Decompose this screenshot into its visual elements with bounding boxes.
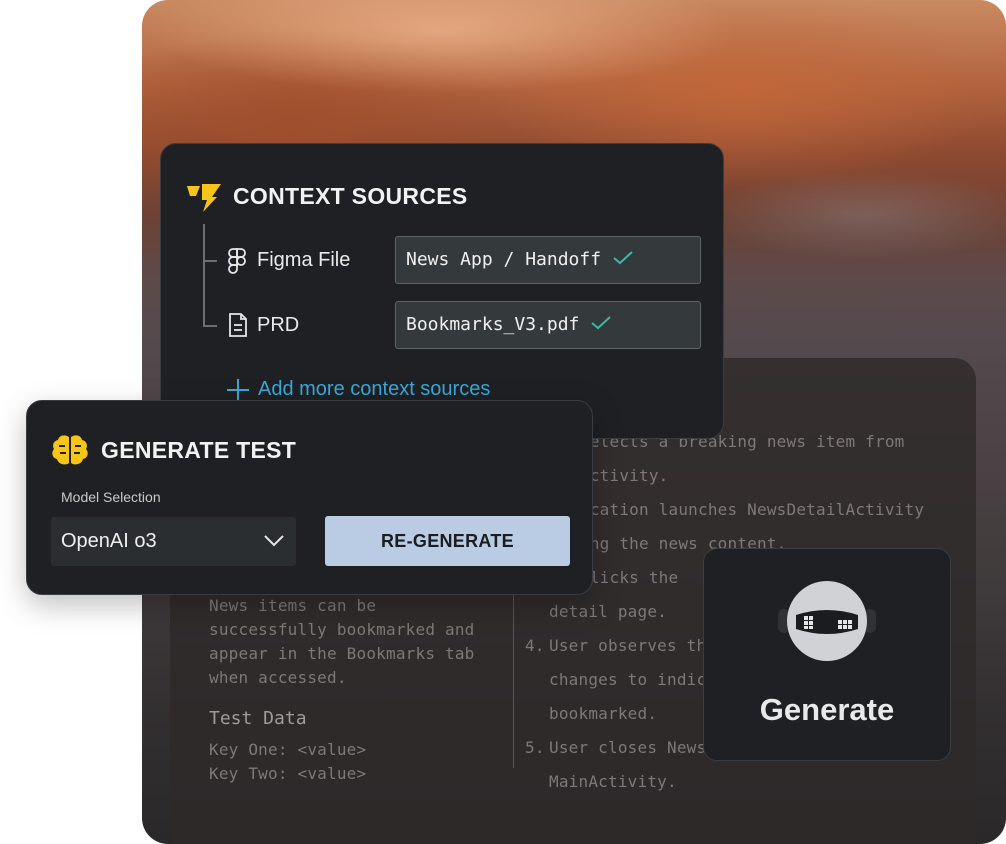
prd-value: Bookmarks_V3.pdf	[406, 314, 580, 335]
step-line: detail page.	[549, 602, 667, 621]
test-data-heading: Test Data	[209, 708, 307, 729]
generate-test-title: GENERATE TEST	[101, 437, 297, 463]
model-selection-label: Model Selection	[61, 489, 161, 505]
expected-result-line: News items can be	[209, 596, 377, 615]
model-select[interactable]: OpenAI o3	[51, 517, 296, 566]
lightning-logo-icon	[187, 184, 221, 212]
document-icon	[229, 313, 247, 337]
generate-label: Generate	[759, 692, 895, 727]
context-sources-title: CONTEXT SOURCES	[233, 183, 468, 209]
tree-connector	[203, 260, 217, 262]
step-number: 5.	[525, 738, 545, 757]
road-glow	[702, 170, 1006, 260]
step-line: Activity.	[580, 466, 669, 485]
chevron-down-icon	[264, 535, 284, 547]
step-line: clicks the	[580, 568, 679, 587]
step-line: User closes News	[549, 738, 707, 757]
figma-file-label: Figma File	[257, 249, 351, 271]
brain-icon	[52, 435, 88, 465]
test-data-line: Key One: <value>	[209, 740, 367, 759]
check-icon	[613, 251, 633, 265]
prd-label: PRD	[257, 314, 300, 336]
context-sources-card: CONTEXT SOURCES Figma File News App / Ha…	[160, 143, 724, 439]
expected-result-line: appear in the Bookmarks tab	[209, 644, 475, 663]
add-more-label: Add more context sources	[258, 378, 491, 400]
test-data-line: Key Two: <value>	[209, 764, 367, 783]
tree-connector	[203, 224, 205, 327]
step-line: User observes th	[549, 636, 707, 655]
column-divider	[513, 588, 514, 768]
figma-file-value: News App / Handoff	[406, 249, 602, 270]
re-generate-button[interactable]: RE-GENERATE	[325, 516, 570, 566]
prd-field[interactable]: Bookmarks_V3.pdf	[395, 301, 701, 349]
expected-result-line: successfully bookmarked and	[209, 620, 475, 639]
plus-icon	[227, 379, 249, 401]
step-line: changes to indic	[549, 670, 707, 689]
figma-icon	[228, 248, 246, 274]
tree-connector	[203, 325, 217, 327]
step-line: bookmarked.	[549, 704, 658, 723]
step-number: 4.	[525, 636, 545, 655]
robot-icon	[778, 581, 876, 661]
figma-file-field[interactable]: News App / Handoff	[395, 236, 701, 284]
step-line: ication launches NewsDetailActivity	[580, 500, 925, 519]
check-icon	[591, 316, 612, 330]
generate-test-card: GENERATE TEST Model Selection OpenAI o3 …	[26, 400, 593, 595]
expected-result-line: when accessed.	[209, 668, 347, 687]
model-select-value: OpenAI o3	[61, 530, 157, 552]
step-line: MainActivity.	[549, 772, 677, 791]
generate-robot-card[interactable]: Generate	[703, 548, 951, 761]
